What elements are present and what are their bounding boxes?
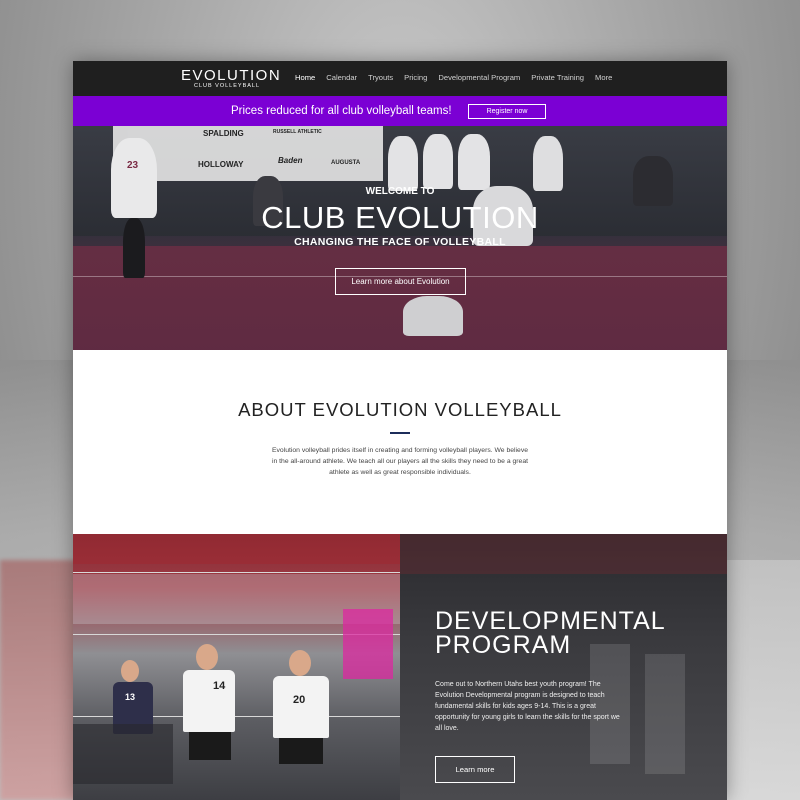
- developmental-title-line1: DEVELOPMENTAL: [435, 607, 666, 635]
- player-jersey-14: 14: [183, 670, 235, 732]
- player-bg-2: [423, 134, 453, 189]
- nav-item-pricing[interactable]: Pricing: [404, 73, 427, 82]
- panel-bg-player: [645, 654, 685, 774]
- developmental-title-line2: PROGRAM: [435, 631, 572, 659]
- jersey-number: 13: [125, 692, 136, 702]
- logo-main-text: EVOLUTION: [181, 67, 282, 84]
- player-bg-1: [388, 136, 418, 191]
- logo-sub-text: CLUB VOLLEYBALL: [193, 83, 261, 89]
- net-top-line: [73, 572, 400, 573]
- about-divider: [390, 432, 410, 434]
- developmental-title: DEVELOPMENTAL PROGRAM: [435, 607, 666, 659]
- sponsor-russell: RUSSELL ATHLETIC: [273, 129, 322, 135]
- player-shorts: [189, 732, 231, 760]
- about-section: ABOUT EVOLUTION VOLLEYBALL Evolution vol…: [73, 350, 727, 534]
- website-page: EVOLUTION CLUB VOLLEYBALL Home Calendar …: [73, 61, 727, 800]
- panel-bg-seats: [400, 534, 727, 574]
- hero-court-floor: [73, 246, 727, 350]
- sponsor-holloway: HOLLOWAY: [198, 160, 244, 169]
- jersey-number: 14: [213, 680, 226, 692]
- hero-welcome: WELCOME TO: [365, 186, 435, 197]
- nav-item-calendar[interactable]: Calendar: [326, 73, 357, 82]
- player-head: [289, 650, 311, 676]
- player-head: [196, 644, 218, 670]
- pink-banner: [343, 609, 393, 679]
- top-navigation: EVOLUTION CLUB VOLLEYBALL Home Calendar …: [73, 61, 727, 96]
- developmental-section: 14 20 13 DEVELOPMENTAL PROGRAM Come out …: [73, 534, 727, 800]
- jersey-number: 23: [127, 160, 139, 171]
- hero-subtitle: CHANGING THE FACE OF VOLLEYBALL: [294, 236, 506, 248]
- player-shorts: [279, 738, 323, 764]
- promo-text: Prices reduced for all club volleyball t…: [231, 105, 452, 117]
- sponsor-augusta: AUGUSTA: [331, 160, 361, 166]
- nav-item-home[interactable]: Home: [295, 73, 315, 82]
- about-title: ABOUT EVOLUTION VOLLEYBALL: [238, 399, 562, 420]
- sponsor-baden: Baden: [278, 156, 303, 165]
- player-jersey-20: 20: [273, 676, 329, 738]
- nav-item-developmental-program[interactable]: Developmental Program: [438, 73, 520, 82]
- backdrop-court-right: [720, 560, 800, 800]
- developmental-photo: 14 20 13: [73, 534, 400, 800]
- nav-item-tryouts[interactable]: Tryouts: [368, 73, 393, 82]
- spectator-right: [633, 156, 673, 206]
- promo-bar: Prices reduced for all club volleyball t…: [73, 96, 727, 126]
- hero-title: CLUB EVOLUTION: [261, 200, 539, 235]
- developmental-learn-more-button[interactable]: Learn more: [435, 756, 515, 783]
- hero-section: SPALDING HOLLOWAY Baden AUGUSTA RUSSELL …: [73, 126, 727, 350]
- register-now-button[interactable]: Register now: [468, 104, 546, 119]
- sponsor-spalding: SPALDING: [203, 129, 244, 138]
- player-diving: [403, 296, 463, 336]
- about-body: Evolution volleyball prides itself in cr…: [271, 447, 529, 476]
- nav-item-more[interactable]: More: [595, 73, 612, 82]
- player-bg-3: [458, 134, 490, 190]
- main-menu: Home Calendar Tryouts Pricing Developmen…: [295, 73, 623, 82]
- jersey-number: 20: [293, 694, 306, 706]
- learn-more-about-evolution-button[interactable]: Learn more about Evolution: [335, 268, 466, 295]
- player-head: [121, 660, 139, 682]
- nav-item-private-training[interactable]: Private Training: [531, 73, 584, 82]
- site-logo[interactable]: EVOLUTION CLUB VOLLEYBALL: [181, 67, 282, 90]
- bench-chairs: [73, 724, 173, 784]
- backdrop-court-left: [0, 560, 80, 800]
- player-bg-4: [533, 136, 563, 191]
- arena-seats-red: [73, 534, 400, 564]
- developmental-body: Come out to Northern Utahs best youth pr…: [435, 681, 620, 732]
